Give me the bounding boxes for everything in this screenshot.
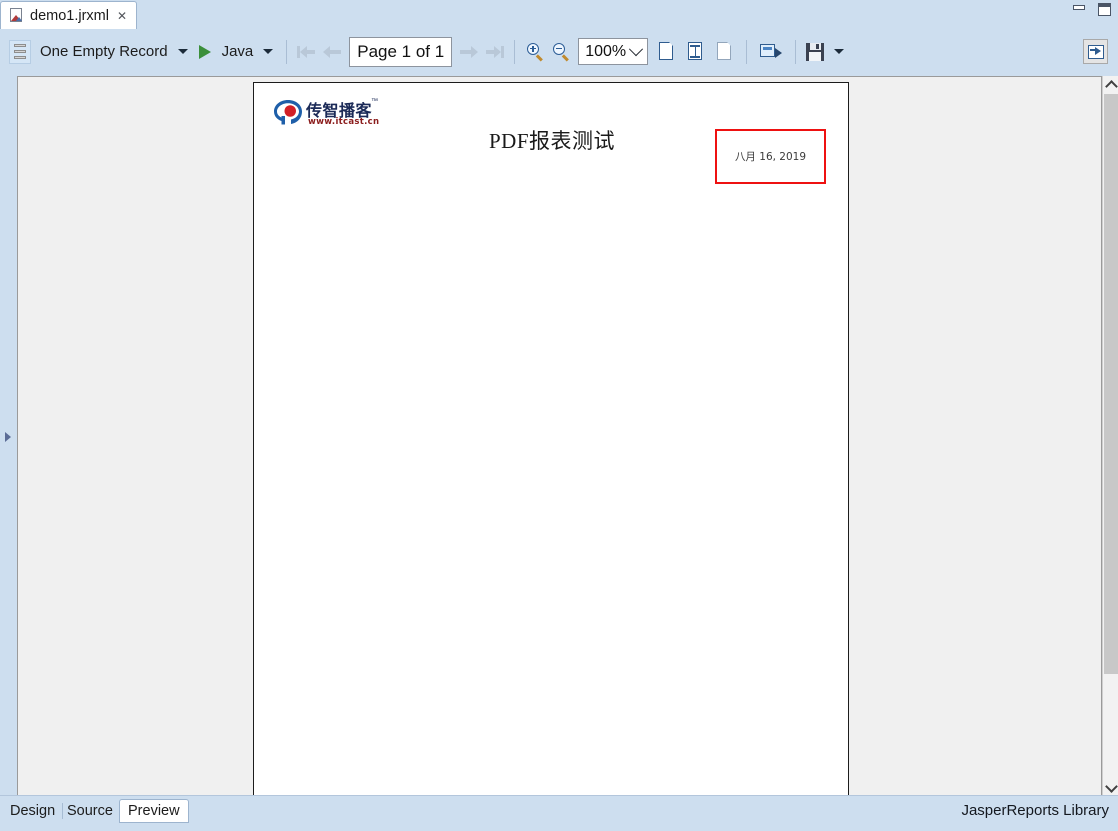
toolbar-divider (514, 39, 516, 64)
chevron-down-icon[interactable] (629, 41, 644, 56)
minimize-icon[interactable] (1072, 3, 1087, 16)
open-external-icon[interactable] (1083, 39, 1108, 64)
toolbar-divider (746, 39, 748, 64)
page-indicator[interactable]: Page 1 of 1 (349, 36, 453, 67)
expand-panel-arrow-icon[interactable] (5, 432, 11, 442)
library-label: JasperReports Library (961, 802, 1109, 819)
run-play-icon[interactable] (198, 44, 211, 59)
dataset-icon[interactable] (9, 39, 31, 64)
language-label: Java (221, 43, 254, 60)
language-dropdown-caret-icon[interactable] (263, 49, 274, 54)
scrollbar-thumb[interactable] (1104, 94, 1118, 674)
tab-preview[interactable]: Preview (119, 799, 189, 823)
editor-tab-label: demo1.jrxml (30, 7, 109, 24)
first-page-icon[interactable] (297, 44, 317, 60)
last-page-icon[interactable] (484, 44, 505, 60)
toolbar-right-group (1083, 39, 1108, 64)
zoom-in-icon[interactable] (525, 42, 545, 62)
dataset-dropdown-caret-icon[interactable] (177, 49, 188, 54)
itcast-logo-mark (274, 100, 302, 125)
tab-preview-label: Preview (128, 803, 180, 819)
save-dropdown-caret-icon[interactable] (834, 49, 845, 54)
fit-width-icon[interactable] (715, 41, 734, 62)
jrxml-file-icon (9, 8, 24, 23)
toolbar-divider (286, 39, 288, 64)
zoom-level-value: 100% (585, 42, 627, 60)
tab-source[interactable]: Source (59, 800, 121, 822)
zoom-out-icon[interactable] (551, 42, 571, 62)
close-icon[interactable]: ✕ (115, 10, 127, 22)
report-page[interactable]: 传智播客 ™ www.itcast.cn PDF报表测试 八月 16, 2019 (253, 82, 849, 795)
dataset-label: One Empty Record (40, 43, 168, 60)
next-page-icon[interactable] (458, 44, 479, 60)
maximize-icon[interactable] (1097, 3, 1112, 16)
tab-design-label: Design (10, 803, 56, 819)
window-controls (1072, 3, 1112, 16)
trademark-symbol: ™ (371, 98, 378, 105)
report-date-text: 八月 16, 2019 (734, 151, 807, 163)
export-icon[interactable] (760, 43, 783, 61)
editor-tab-demo1[interactable]: demo1.jrxml ✕ (0, 1, 138, 29)
status-bar: Design Source Preview JasperReports Libr… (0, 795, 1118, 831)
vertical-scrollbar[interactable] (1102, 76, 1118, 796)
previous-page-icon[interactable] (323, 44, 343, 60)
editor-tab-strip: demo1.jrxml ✕ (0, 0, 1118, 29)
report-preview-panel[interactable]: 传智播客 ™ www.itcast.cn PDF报表测试 八月 16, 2019 (17, 76, 1102, 796)
scroll-down-icon[interactable] (1103, 779, 1118, 796)
left-panel-strip[interactable] (0, 74, 16, 796)
preview-toolbar: One Empty Record Java Page 1 of 1 100% (0, 29, 1118, 74)
tab-source-label: Source (67, 803, 113, 819)
actual-size-icon[interactable] (657, 41, 676, 62)
scroll-up-icon[interactable] (1103, 76, 1118, 93)
fit-page-icon[interactable] (686, 41, 705, 62)
toolbar-divider (795, 39, 797, 64)
report-date-box: 八月 16, 2019 (715, 129, 826, 184)
tab-design[interactable]: Design (2, 800, 64, 822)
zoom-level-combo[interactable]: 100% (578, 38, 649, 65)
save-icon[interactable] (806, 42, 825, 61)
